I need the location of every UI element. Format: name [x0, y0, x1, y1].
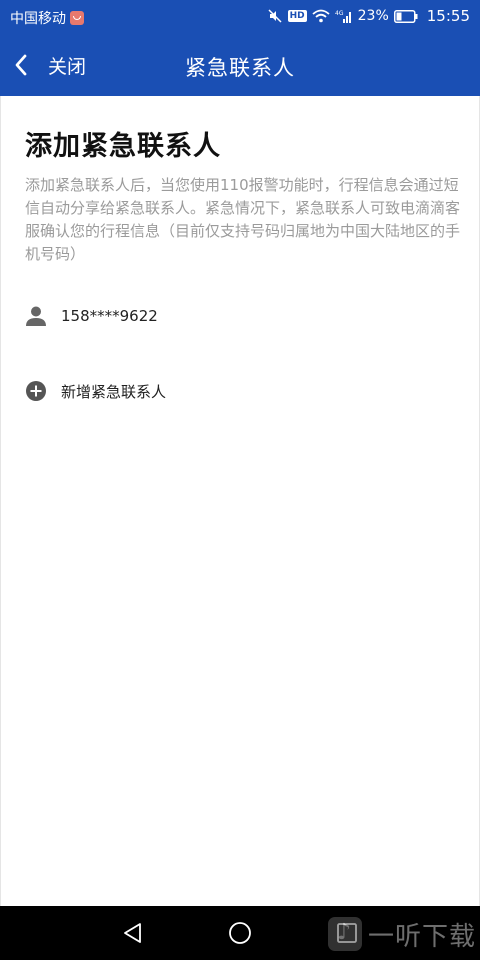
app-bar-title: 紧急联系人 — [185, 56, 295, 80]
add-circle-icon — [25, 380, 47, 402]
wifi-icon — [312, 9, 330, 23]
phone-screen: 中国移动 HD 4G 23% 15:55 关闭 紧急联系人 添加紧急联系人 添加… — [0, 0, 480, 960]
carrier-name: 中国移动 — [10, 11, 66, 27]
signal-icon: 4G — [335, 9, 353, 23]
watermark-text: 一听下载 — [367, 921, 476, 952]
battery-percent: 23% — [357, 8, 389, 24]
watermark: 一听下载 — [327, 908, 480, 960]
contact-item[interactable]: 158****9622 — [25, 302, 158, 330]
page-description: 添加紧急联系人后，当您使用110报警功能时，行程信息会通过短信自动分享给紧急联系… — [25, 176, 461, 263]
mute-icon — [267, 8, 283, 24]
main-content: 添加紧急联系人 添加紧急联系人后，当您使用110报警功能时，行程信息会通过短信自… — [0, 96, 480, 906]
battery-icon — [393, 9, 418, 23]
watermark-logo-icon — [327, 917, 362, 951]
nav-home-icon[interactable] — [227, 920, 253, 946]
status-right: HD 4G 23% 15:55 — [267, 7, 470, 25]
person-icon — [25, 305, 47, 327]
nav-back-icon[interactable] — [120, 920, 146, 946]
add-contact-button[interactable]: 新增紧急联系人 — [25, 377, 166, 405]
add-contact-label: 新增紧急联系人 — [61, 382, 167, 401]
status-left: 中国移动 — [10, 8, 84, 28]
svg-text:4G: 4G — [335, 10, 344, 17]
contact-phone: 158****9622 — [61, 307, 158, 325]
hd-badge: HD — [287, 10, 307, 22]
page-title: 添加紧急联系人 — [25, 131, 221, 162]
carrier-badge-icon — [70, 11, 84, 25]
status-bar: 中国移动 HD 4G 23% 15:55 — [0, 0, 480, 34]
status-time: 15:55 — [426, 7, 470, 25]
app-bar: 关闭 紧急联系人 — [0, 34, 480, 96]
